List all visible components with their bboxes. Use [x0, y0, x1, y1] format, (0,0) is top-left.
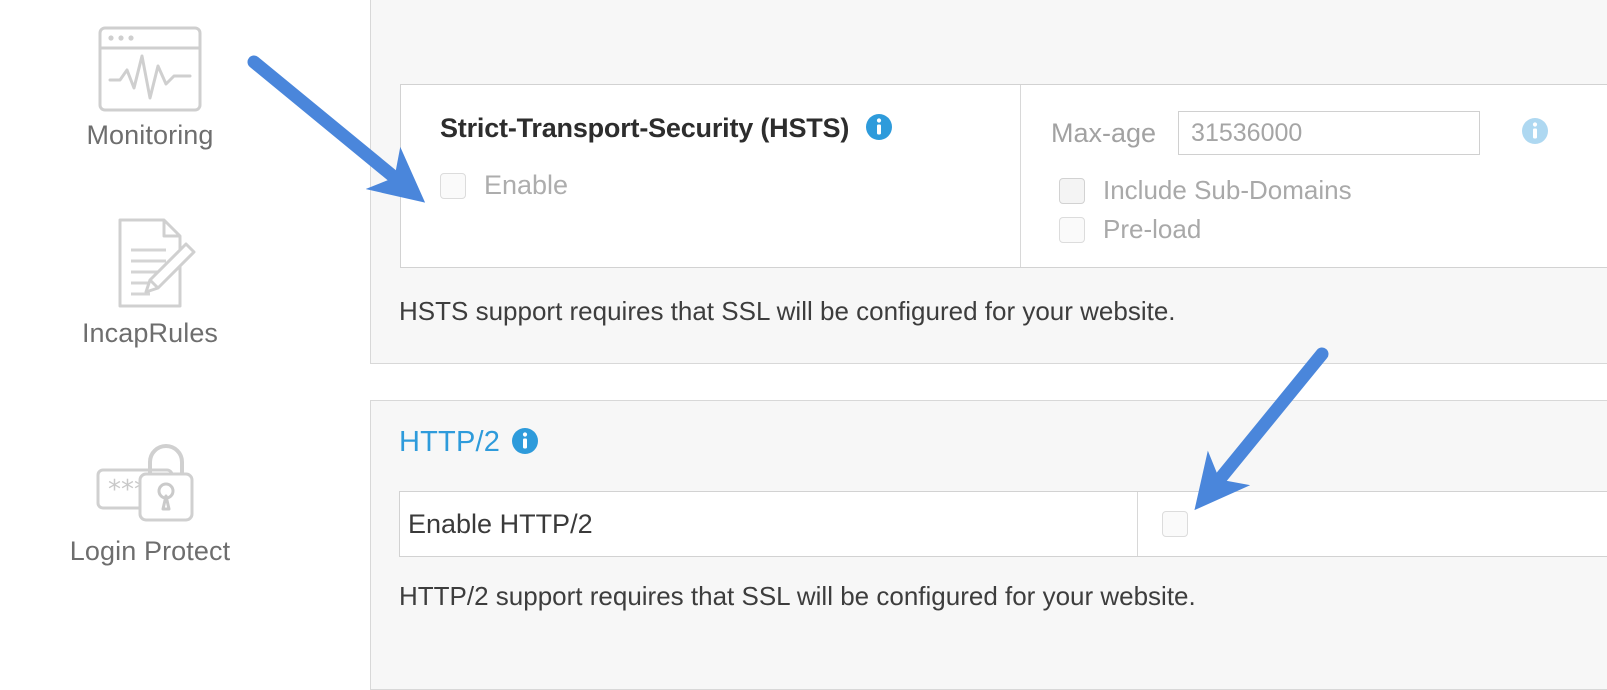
http2-enable-label: Enable HTTP/2 [408, 509, 593, 540]
info-icon[interactable] [866, 114, 892, 140]
hsts-panel: Actions cancel configure Strict-Transpor… [370, 0, 1607, 364]
preload-row: Pre-load [1059, 214, 1607, 245]
hsts-card: Strict-Transport-Security (HSTS) Enable [400, 84, 1607, 268]
http2-enable-checkbox[interactable] [1162, 511, 1188, 537]
hsts-sub-options: Include Sub-Domains Pre-load [1059, 175, 1607, 245]
http2-note: HTTP/2 support requires that SSL will be… [399, 581, 1196, 612]
include-subdomains-row: Include Sub-Domains [1059, 175, 1607, 206]
info-icon[interactable] [512, 428, 538, 454]
http2-label-cell: Enable HTTP/2 [400, 492, 1138, 556]
http2-checkbox-cell [1138, 492, 1607, 556]
max-age-info-icon[interactable] [1522, 118, 1548, 144]
hsts-enable-row: Enable [440, 170, 1020, 201]
max-age-row: Max-age [1051, 111, 1607, 155]
hsts-title-row: Strict-Transport-Security (HSTS) [440, 113, 1020, 144]
settings-content: Actions cancel configure Strict-Transpor… [370, 0, 1607, 677]
sidebar-item-login-protect[interactable]: *** Login Protect [0, 436, 300, 567]
http2-enable-row: Enable HTTP/2 [399, 491, 1607, 557]
sidebar-item-incaprules[interactable]: IncapRules [0, 216, 300, 349]
http2-heading[interactable]: HTTP/2 [399, 426, 500, 459]
http2-panel: HTTP/2 Enable HTTP/2 HTTP/2 support [370, 400, 1607, 690]
preload-label: Pre-load [1103, 214, 1201, 245]
sidebar-item-label-monitoring: Monitoring [0, 120, 300, 151]
hsts-enable-checkbox[interactable] [440, 173, 466, 199]
hsts-title: Strict-Transport-Security (HSTS) [440, 113, 849, 144]
hsts-note: HSTS support requires that SSL will be c… [399, 296, 1176, 327]
max-age-label: Max-age [1051, 118, 1156, 149]
password-lock-icon: *** [0, 436, 300, 528]
include-subdomains-label: Include Sub-Domains [1103, 175, 1352, 206]
hsts-left-column: Strict-Transport-Security (HSTS) Enable [401, 85, 1021, 267]
monitoring-chart-window-icon [0, 26, 300, 112]
preload-checkbox[interactable] [1059, 217, 1085, 243]
sidebar-item-monitoring[interactable]: Monitoring [0, 26, 300, 151]
max-age-input[interactable] [1178, 111, 1480, 155]
settings-screen: Monitoring IncapRules [0, 0, 1607, 677]
left-sidebar-nav: Monitoring IncapRules [0, 0, 360, 677]
sidebar-item-label-incaprules: IncapRules [0, 318, 300, 349]
http2-heading-row: HTTP/2 [399, 426, 538, 459]
hsts-enable-label: Enable [484, 170, 568, 201]
sidebar-item-label-login-protect: Login Protect [0, 536, 300, 567]
include-subdomains-checkbox[interactable] [1059, 178, 1085, 204]
document-pencil-icon [0, 216, 300, 310]
hsts-right-column: Max-age Include [1021, 85, 1607, 267]
